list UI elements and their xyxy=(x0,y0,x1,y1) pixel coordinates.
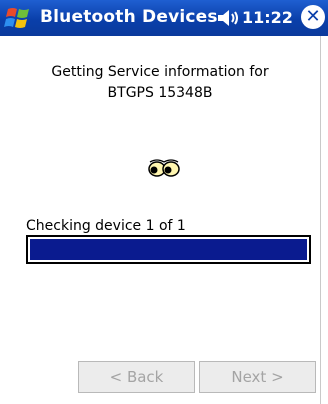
progress-fill xyxy=(30,239,307,260)
info-line-1: Getting Service information for xyxy=(51,64,269,80)
device-name: BTGPS 15348B xyxy=(107,85,213,101)
main-content: Getting Service information for BTGPS 15… xyxy=(0,36,321,404)
close-icon: ✕ xyxy=(305,6,321,27)
eyes-icon xyxy=(148,159,180,177)
close-button[interactable]: ✕ xyxy=(301,5,325,29)
clock[interactable]: 11:22 xyxy=(242,8,293,27)
eyes-icon-wrapper xyxy=(148,158,180,178)
checking-status: Checking device 1 of 1 xyxy=(26,218,186,234)
progress-bar xyxy=(26,235,311,264)
start-menu-button[interactable] xyxy=(4,3,34,33)
window-title: Bluetooth Devices xyxy=(40,7,218,27)
speaker-icon xyxy=(218,10,238,26)
title-bar: Bluetooth Devices 11:22 ✕ xyxy=(0,0,328,36)
service-info-text: Getting Service information for BTGPS 15… xyxy=(0,62,320,104)
windows-flag-icon xyxy=(4,8,29,28)
volume-button[interactable] xyxy=(216,7,242,29)
back-button[interactable]: < Back xyxy=(78,361,195,393)
next-button[interactable]: Next > xyxy=(199,361,316,393)
